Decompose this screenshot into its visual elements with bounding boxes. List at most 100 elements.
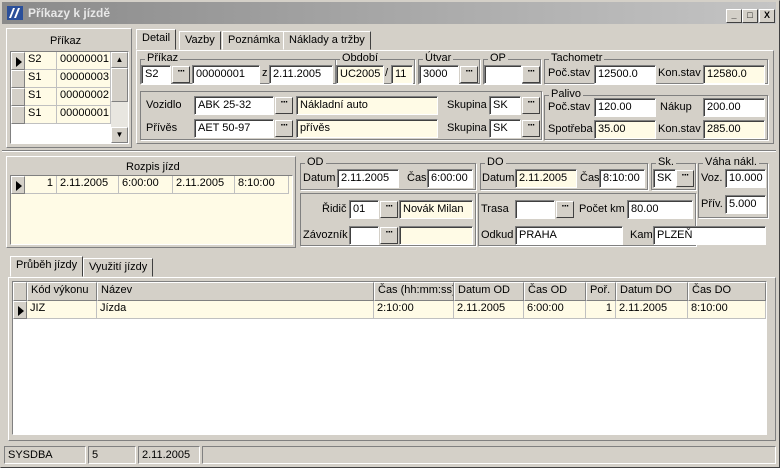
do-datum-label: Datum [482, 172, 515, 184]
table-cell[interactable]: Jízda [97, 301, 374, 319]
pocet-km-field[interactable]: 80.00 [627, 200, 693, 219]
vaha-voz-field[interactable]: 10.000 [725, 169, 766, 188]
prives-name-field[interactable]: přívěs [296, 119, 438, 138]
list-item[interactable]: 00000003 [57, 70, 111, 88]
sk-lookup-button[interactable]: ··· [676, 170, 694, 187]
od-cas-field[interactable]: 6:00:00 [427, 169, 473, 188]
palivo-kon-field[interactable]: 285.00 [703, 120, 765, 139]
ridic-code-field[interactable]: 01 [349, 200, 379, 219]
list-item[interactable]: 00000001 [57, 52, 111, 70]
prikaz-series-field[interactable]: S2 [141, 65, 171, 84]
table-cell[interactable]: 2.11.2005 [616, 301, 688, 319]
vozidlo-skupina-field[interactable]: SK [489, 96, 521, 115]
op-field[interactable] [484, 65, 522, 84]
prives-skupina-field[interactable]: SK [489, 119, 521, 138]
prubeh-grid[interactable]: Kód výkonu Název Čas (hh:mm:ss) Datum OD… [12, 281, 767, 435]
column-header[interactable]: Poř. [586, 282, 616, 301]
list-item[interactable]: S1 [25, 106, 57, 124]
op-lookup-button[interactable]: ··· [522, 66, 540, 83]
table-cell[interactable]: 8:10:00 [688, 301, 766, 319]
title-bar[interactable]: Příkazy k jízdě _ □ X [2, 2, 776, 24]
scroll-down-icon[interactable]: ▼ [111, 127, 128, 143]
scroll-up-icon[interactable]: ▲ [111, 52, 128, 68]
tab-poznamka[interactable]: Poznámka [222, 31, 286, 50]
obdobi-year-field[interactable]: UC2005 [336, 65, 384, 84]
spotreba-field[interactable]: 35.00 [594, 120, 656, 139]
vozidlo-name-field[interactable]: Nákladní auto [296, 96, 438, 115]
odkud-field[interactable]: PRAHA [515, 226, 623, 245]
table-cell[interactable]: 2.11.2005 [454, 301, 524, 319]
sk-field[interactable]: SK [653, 169, 676, 188]
prives-lookup-button[interactable]: ··· [275, 120, 293, 137]
vertical-scrollbar[interactable]: ▲ ▼ [111, 52, 128, 143]
tab-prubeh-jizdy[interactable]: Průběh jízdy [10, 256, 84, 277]
vozidlo-lookup-button[interactable]: ··· [275, 97, 293, 114]
scroll-thumb[interactable] [111, 68, 128, 102]
current-row-arrow-icon [16, 181, 22, 191]
vaha-priv-field[interactable]: 5.000 [725, 195, 766, 214]
do-cas-field[interactable]: 8:10:00 [599, 169, 645, 188]
prikaz-series-lookup-button[interactable]: ··· [172, 66, 190, 83]
column-header[interactable]: Kód výkonu [27, 282, 97, 301]
tab-detail[interactable]: Detail [136, 29, 177, 50]
table-cell[interactable]: 8:10:00 [235, 176, 289, 194]
nakup-field[interactable]: 200.00 [703, 98, 765, 117]
maximize-button[interactable]: □ [742, 9, 758, 23]
column-header[interactable]: Datum DO [616, 282, 688, 301]
column-header[interactable]: Čas (hh:mm:ss) [374, 282, 454, 301]
od-datum-field[interactable]: 2.11.2005 [337, 169, 399, 188]
prives-field[interactable]: AET 50-97 [194, 119, 274, 138]
table-cell[interactable]: JIZ [27, 301, 97, 319]
zavoznik-code-field[interactable] [349, 226, 379, 245]
tacho-poc-label: Poč.stav [548, 67, 591, 79]
close-button[interactable]: X [759, 9, 775, 23]
palivo-poc-field[interactable]: 120.00 [594, 98, 656, 117]
list-item[interactable]: S1 [25, 88, 57, 106]
column-header[interactable]: Čas DO [688, 282, 766, 301]
prikaz-number-field[interactable]: 00000001 [192, 65, 260, 84]
vozidlo-field[interactable]: ABK 25-32 [194, 96, 274, 115]
tacho-kon-label: Kon.stav [658, 67, 701, 79]
utvar-lookup-button[interactable]: ··· [460, 66, 478, 83]
prikaz-list-grid[interactable]: S2 00000001 S1 00000003 S1 00000002 S1 0… [10, 51, 129, 144]
palivo-poc-label: Poč.stav [548, 101, 591, 113]
table-cell[interactable]: 2.11.2005 [57, 176, 119, 194]
ridic-name-field[interactable]: Novák Milan [399, 200, 473, 219]
table-cell[interactable]: 1 [25, 176, 57, 194]
minimize-button[interactable]: _ [726, 9, 742, 23]
obdobi-month-field[interactable]: 11 [391, 65, 413, 84]
list-item[interactable]: 00000002 [57, 88, 111, 106]
table-cell[interactable]: 2:10:00 [374, 301, 454, 319]
tab-vyuziti-jizdy[interactable]: Využití jízdy [83, 258, 154, 277]
tab-naklady-trzby[interactable]: Náklady a tržby [283, 31, 371, 50]
column-header[interactable]: Čas OD [524, 282, 586, 301]
list-item[interactable]: 00000001 [57, 106, 111, 124]
list-item[interactable]: S2 [25, 52, 57, 70]
status-count: 5 [88, 446, 136, 464]
column-header[interactable]: Datum OD [454, 282, 524, 301]
list-item[interactable]: S1 [25, 70, 57, 88]
table-cell[interactable]: 6:00:00 [524, 301, 586, 319]
do-datum-field[interactable]: 2.11.2005 [515, 169, 577, 188]
prives-skupina-lookup-button[interactable]: ··· [522, 120, 540, 137]
vozidlo-skupina-lookup-button[interactable]: ··· [522, 97, 540, 114]
table-cell[interactable]: 2.11.2005 [173, 176, 235, 194]
rozpis-grid[interactable]: 1 2.11.2005 6:00:00 2.11.2005 8:10:00 [10, 175, 293, 245]
trasa-lookup-button[interactable]: ··· [556, 201, 574, 218]
prives-label: Přívěs [146, 122, 178, 134]
utvar-field[interactable]: 3000 [419, 65, 459, 84]
tab-vazby[interactable]: Vazby [179, 31, 221, 50]
zavoznik-lookup-button[interactable]: ··· [380, 227, 398, 244]
tacho-kon-field[interactable]: 12580.0 [703, 65, 765, 84]
zavoznik-name-field[interactable] [399, 226, 473, 245]
table-cell[interactable]: 6:00:00 [119, 176, 173, 194]
row-indicator [11, 106, 25, 124]
table-cell[interactable]: 1 [586, 301, 616, 319]
column-header[interactable]: Název [97, 282, 374, 301]
trasa-field[interactable] [515, 200, 555, 219]
kam-field[interactable]: PLZEŇ [653, 226, 766, 245]
prikaz-date-field[interactable]: 2.11.2005 [269, 65, 333, 84]
vaha-priv-label: Přív. [701, 198, 723, 210]
tacho-poc-field[interactable]: 12500.0 [594, 65, 656, 84]
ridic-lookup-button[interactable]: ··· [380, 201, 398, 218]
